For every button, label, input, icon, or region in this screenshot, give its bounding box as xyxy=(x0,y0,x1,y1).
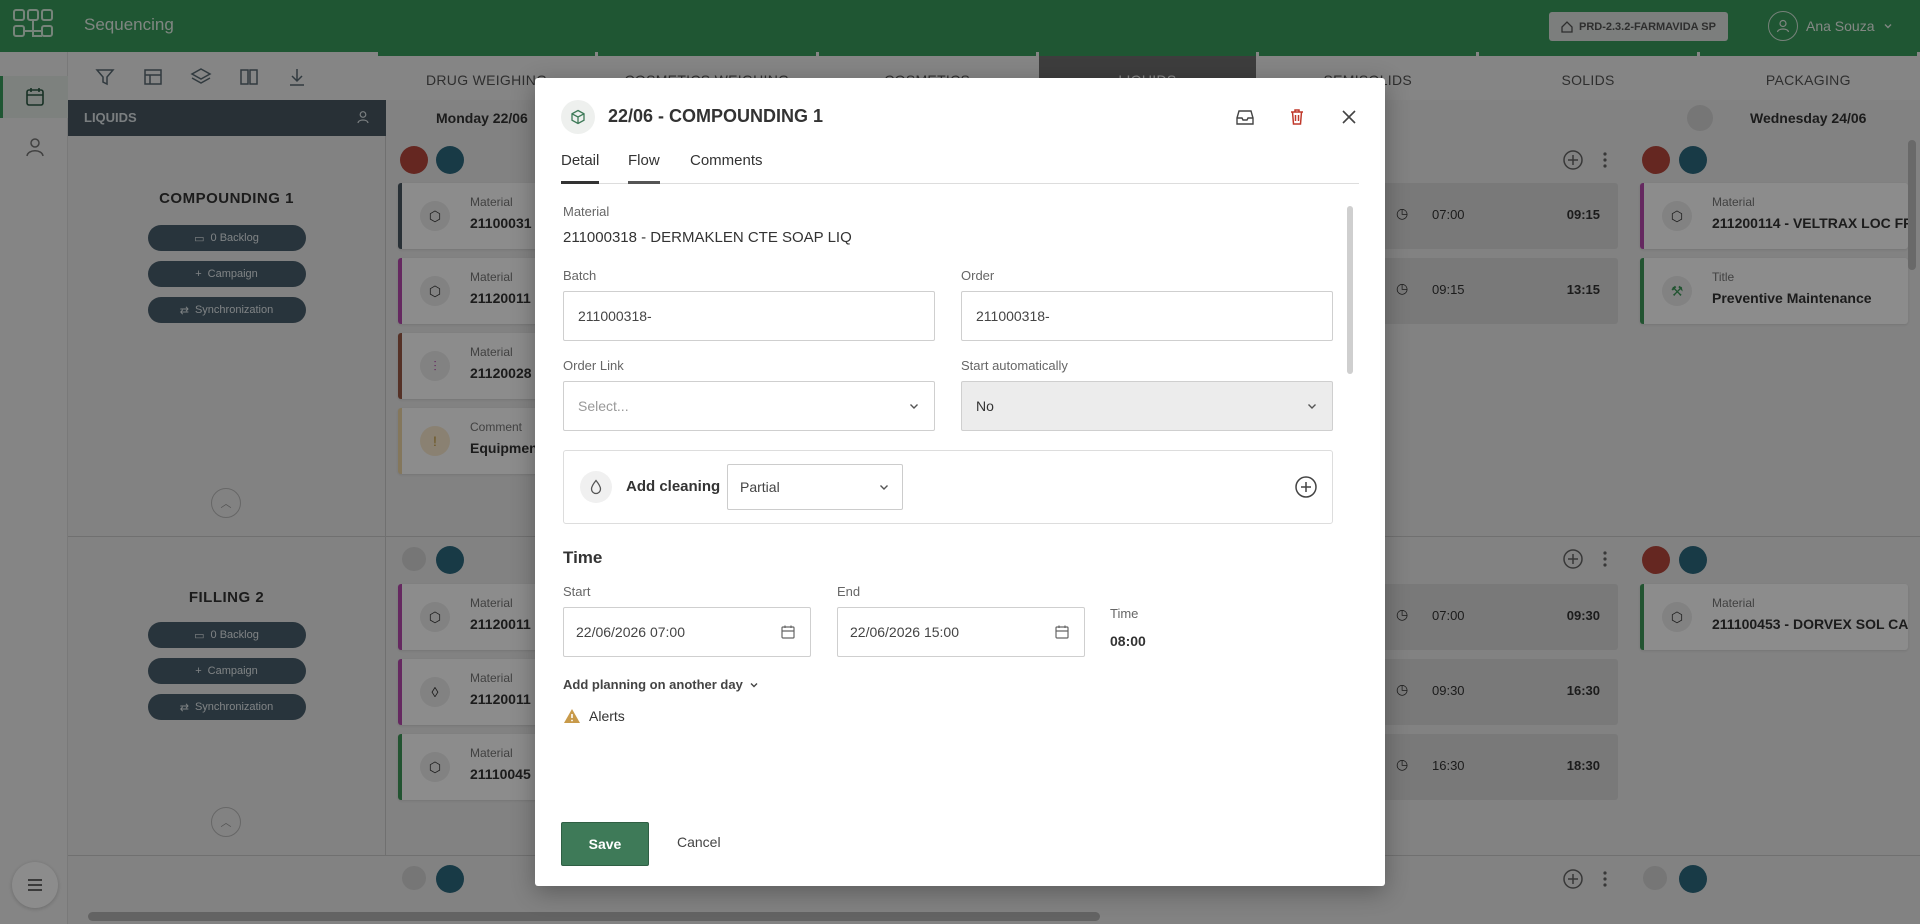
duration-label: Time xyxy=(1110,606,1139,621)
add-planning-label: Add planning on another day xyxy=(563,677,743,692)
end-datetime-field[interactable]: 22/06/2026 15:00 xyxy=(837,607,1085,657)
inbox-button[interactable] xyxy=(1233,105,1257,129)
alerts-label: Alerts xyxy=(589,708,625,724)
duration-value: 08:00 xyxy=(1110,633,1146,649)
drop-icon xyxy=(580,471,612,503)
start-auto-label: Start automatically xyxy=(961,358,1068,373)
cleaning-type-select[interactable]: Partial xyxy=(727,464,903,510)
cube-icon xyxy=(561,100,595,134)
task-detail-modal: 22/06 - COMPOUNDING 1 Detail Flow Commen… xyxy=(535,78,1385,886)
batch-label: Batch xyxy=(563,268,597,283)
end-datetime-value: 22/06/2026 15:00 xyxy=(850,624,959,640)
close-button[interactable] xyxy=(1337,105,1361,129)
chevron-down-icon xyxy=(750,682,758,687)
add-circle-icon[interactable] xyxy=(1294,475,1318,499)
add-cleaning-label: Add cleaning xyxy=(626,478,721,495)
material-value: 211000318 - DERMAKLEN CTE SOAP LIQ xyxy=(563,229,852,246)
chevron-down-icon xyxy=(880,485,888,490)
inbox-icon xyxy=(1236,110,1254,125)
cleaning-type-value: Partial xyxy=(740,479,780,495)
tab-detail[interactable]: Detail xyxy=(561,152,600,184)
tab-flow[interactable]: Flow xyxy=(628,152,660,184)
start-datetime-field[interactable]: 22/06/2026 07:00 xyxy=(563,607,811,657)
batch-field[interactable]: 211000318- xyxy=(563,291,935,341)
save-button[interactable]: Save xyxy=(561,822,649,866)
time-section-title: Time xyxy=(563,548,603,567)
calendar-icon xyxy=(781,625,795,639)
end-label: End xyxy=(837,584,861,599)
order-field[interactable]: 211000318- xyxy=(961,291,1333,341)
trash-icon xyxy=(1291,109,1303,125)
start-auto-select[interactable]: No xyxy=(961,381,1333,431)
warning-icon xyxy=(564,709,580,723)
order-link-select[interactable]: Select... xyxy=(563,381,935,431)
order-label: Order xyxy=(961,268,995,283)
cancel-button[interactable]: Cancel xyxy=(677,834,721,850)
order-link-label: Order Link xyxy=(563,358,624,373)
modal-tabs: Detail Flow Comments xyxy=(561,152,1359,184)
start-auto-value: No xyxy=(976,398,994,414)
tab-comments[interactable]: Comments xyxy=(690,152,763,184)
start-datetime-value: 22/06/2026 07:00 xyxy=(576,624,685,640)
alerts-row: Alerts xyxy=(563,708,625,724)
chevron-down-icon xyxy=(1308,404,1316,409)
start-label: Start xyxy=(563,584,591,599)
material-label: Material xyxy=(563,204,610,219)
chevron-down-icon xyxy=(910,404,918,409)
modal-title: 22/06 - COMPOUNDING 1 xyxy=(608,106,824,126)
delete-button[interactable] xyxy=(1285,105,1309,129)
add-planning-toggle[interactable]: Add planning on another day xyxy=(563,677,759,692)
modal-scrollbar[interactable] xyxy=(1347,206,1353,374)
cleaning-section: Add cleaning Partial xyxy=(563,450,1333,524)
close-icon xyxy=(1342,110,1356,124)
order-link-placeholder: Select... xyxy=(578,398,629,414)
calendar-icon xyxy=(1055,625,1069,639)
